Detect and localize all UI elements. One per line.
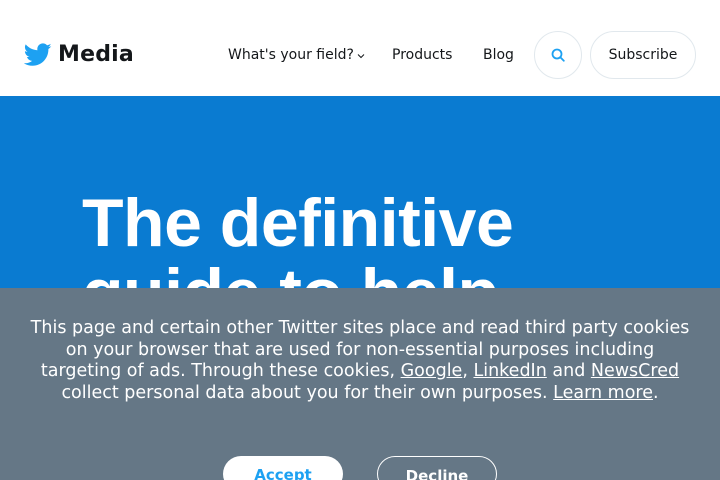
logo-text: Media (58, 42, 134, 67)
newscred-link[interactable]: NewsCred (591, 361, 679, 381)
chevron-down-icon (357, 53, 365, 58)
twitter-bird-icon (24, 43, 52, 66)
search-icon (551, 48, 565, 62)
cookie-separator-1: , (462, 361, 474, 381)
nav-blog[interactable]: Blog (483, 46, 514, 64)
accept-button[interactable]: Accept (223, 456, 343, 480)
learn-more-link[interactable]: Learn more (553, 383, 653, 403)
linkedin-link[interactable]: LinkedIn (473, 361, 546, 381)
cookie-text-part-2: collect personal data about you for thei… (61, 382, 554, 403)
site-logo[interactable]: Media (24, 40, 134, 70)
google-link[interactable]: Google (401, 361, 463, 381)
search-button[interactable] (534, 31, 582, 79)
cookie-separator-2: and (546, 361, 591, 381)
nav-field-dropdown[interactable]: What's your field? (228, 46, 365, 64)
cookie-message: This page and certain other Twitter site… (30, 318, 690, 404)
nav-products[interactable]: Products (392, 46, 452, 64)
cookie-banner: This page and certain other Twitter site… (0, 288, 720, 480)
nav-field-label: What's your field? (228, 47, 354, 63)
cookie-text-part-3: . (652, 382, 659, 403)
subscribe-button[interactable]: Subscribe (590, 31, 696, 79)
site-header: Media What's your field? Products Blog S… (0, 0, 720, 96)
decline-button[interactable]: Decline (377, 456, 497, 480)
